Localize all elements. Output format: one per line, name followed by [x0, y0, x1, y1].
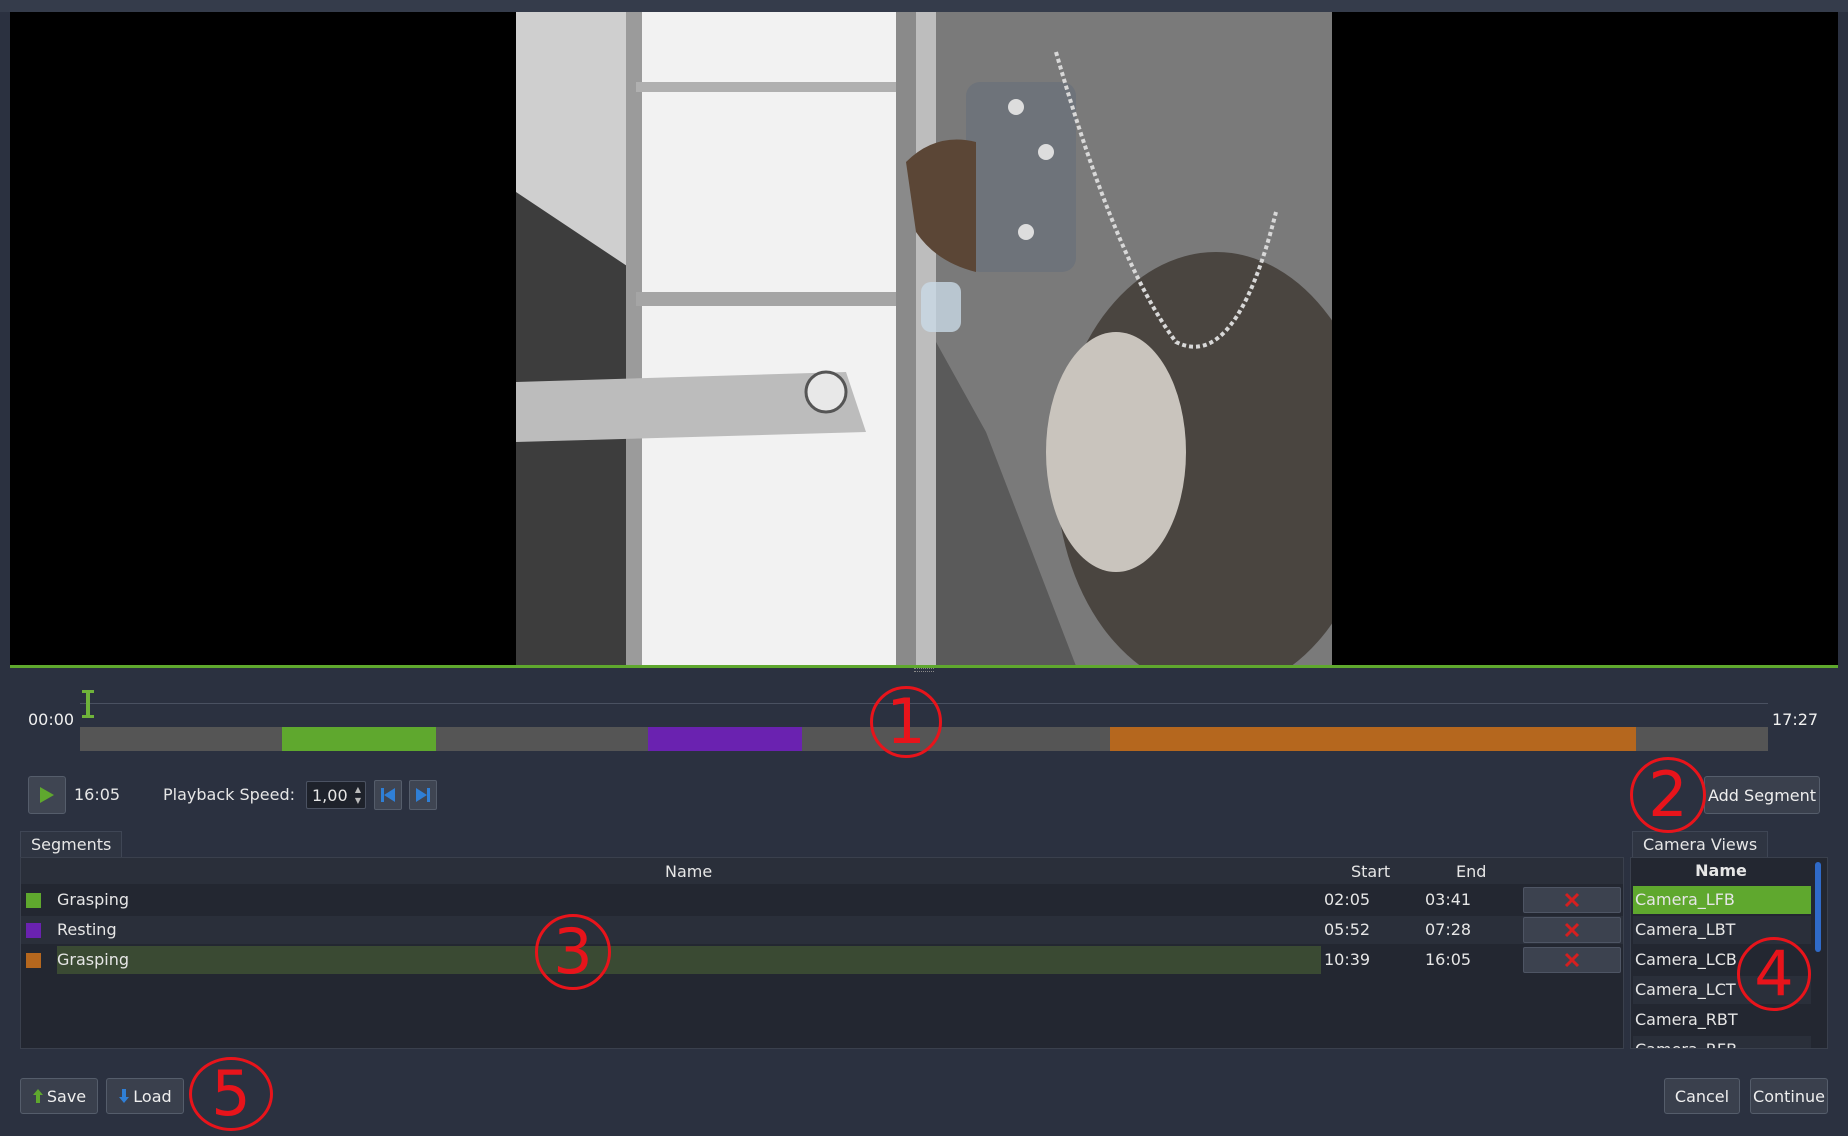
- load-label: Load: [133, 1086, 172, 1106]
- current-time: 16:05: [74, 785, 121, 804]
- segment-color-swatch: [26, 923, 41, 938]
- annotation-2: 2: [1630, 757, 1706, 833]
- segments-table: Name Start End Grasping 02:05 03:41 Resting…: [20, 857, 1624, 1049]
- delete-segment-button[interactable]: [1523, 887, 1621, 913]
- playback-speed-label: Playback Speed:: [163, 785, 296, 804]
- annotation-3: 3: [535, 914, 611, 990]
- step-forward-icon: [416, 788, 430, 802]
- segment-end[interactable]: 03:41: [1425, 890, 1471, 909]
- delete-x-icon: [1564, 922, 1580, 938]
- video-viewport: [10, 12, 1838, 666]
- cancel-button[interactable]: Cancel: [1664, 1078, 1740, 1114]
- segment-row[interactable]: Resting 05:52 07:28: [21, 916, 1623, 944]
- add-segment-button[interactable]: Add Segment: [1704, 776, 1820, 814]
- continue-button[interactable]: Continue: [1750, 1078, 1828, 1114]
- header-end: End: [1456, 862, 1487, 881]
- segments-table-header: Name Start End: [21, 858, 1623, 884]
- step-back-button[interactable]: [374, 780, 402, 810]
- window-top-bar: [0, 0, 1848, 12]
- segment-end[interactable]: 07:28: [1425, 920, 1471, 939]
- camera-list-header: Name: [1695, 861, 1747, 880]
- header-start: Start: [1351, 862, 1391, 881]
- play-icon: [40, 787, 54, 803]
- camera-list-scrollbar[interactable]: [1815, 862, 1821, 952]
- segment-start[interactable]: 10:39: [1324, 950, 1370, 969]
- segment-row[interactable]: Grasping 10:39 16:05: [21, 946, 1623, 974]
- camera-list-item[interactable]: Camera_RBT: [1633, 1006, 1811, 1034]
- timeline-end-label: 17:27: [1772, 710, 1819, 729]
- delete-x-icon: [1564, 952, 1580, 968]
- segment-color-swatch: [26, 953, 41, 968]
- play-button[interactable]: [28, 776, 66, 814]
- spinbox-arrows-icon[interactable]: ▲ ▼: [353, 784, 363, 806]
- step-back-icon: [381, 788, 395, 802]
- camera-list-item[interactable]: Camera_LFB: [1633, 886, 1811, 914]
- delete-x-icon: [1564, 892, 1580, 908]
- segments-tab: Segments: [20, 831, 123, 857]
- timeline-start-label: 00:00: [28, 710, 75, 729]
- load-button[interactable]: Load: [106, 1078, 184, 1114]
- upload-arrow-icon: [32, 1089, 43, 1103]
- camera-views-tab: Camera Views: [1632, 831, 1769, 857]
- segment-color-swatch: [26, 893, 41, 908]
- splitter-handle[interactable]: [914, 668, 934, 672]
- segment-name[interactable]: Grasping: [57, 886, 1321, 914]
- header-name: Name: [665, 862, 713, 881]
- segment-start[interactable]: 02:05: [1324, 890, 1370, 909]
- step-forward-button[interactable]: [409, 780, 437, 810]
- save-button[interactable]: Save: [20, 1078, 98, 1114]
- timeline-segment-block[interactable]: [1110, 727, 1636, 751]
- annotation-1: 1: [870, 686, 942, 758]
- delete-segment-button[interactable]: [1523, 947, 1621, 973]
- segment-start[interactable]: 05:52: [1324, 920, 1370, 939]
- save-label: Save: [46, 1086, 87, 1106]
- download-arrow-icon: [119, 1089, 130, 1103]
- segment-name[interactable]: Grasping: [57, 946, 1321, 974]
- camera-list-item[interactable]: Camera_RFB: [1633, 1036, 1811, 1048]
- camera-video-frame: [516, 12, 1332, 666]
- segment-name[interactable]: Resting: [57, 916, 1321, 944]
- playback-speed-spinbox[interactable]: 1,00 ▲ ▼: [306, 781, 366, 809]
- playback-speed-value[interactable]: 1,00: [312, 786, 348, 805]
- timeline-segment-block[interactable]: [281, 727, 437, 751]
- segment-end[interactable]: 16:05: [1425, 950, 1471, 969]
- annotation-5: 5: [189, 1057, 273, 1131]
- delete-segment-button[interactable]: [1523, 917, 1621, 943]
- timeline-segment-block[interactable]: [647, 727, 803, 751]
- annotation-4: 4: [1737, 937, 1811, 1011]
- playhead-marker-icon[interactable]: [82, 690, 95, 720]
- segment-row[interactable]: Grasping 02:05 03:41: [21, 886, 1623, 914]
